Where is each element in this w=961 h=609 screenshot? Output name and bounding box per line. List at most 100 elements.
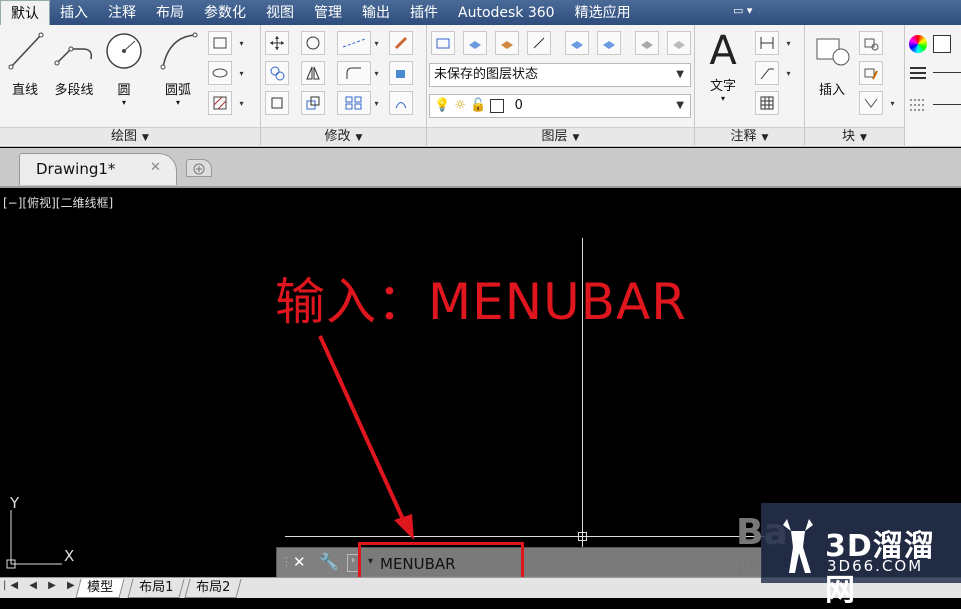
unlock-icon[interactable]: 🔓: [470, 98, 486, 113]
menu-tab-2[interactable]: 注释: [98, 0, 146, 25]
layout-tab-layout1[interactable]: 布局1: [127, 579, 185, 598]
workspace-switcher[interactable]: ▭ ▾: [733, 4, 769, 20]
circle-dropdown-icon[interactable]: ▾: [102, 98, 146, 107]
block-panel-title[interactable]: 块 ▼: [805, 127, 904, 145]
rectangle-dropdown-icon[interactable]: ▾: [236, 31, 247, 55]
linetype-icon[interactable]: [909, 97, 927, 113]
menu-tab-9[interactable]: Autodesk 360: [448, 0, 565, 25]
layers-panel-title[interactable]: 图层 ▼: [427, 127, 694, 145]
add-icon: [193, 163, 205, 175]
hatch-dropdown-icon[interactable]: ▾: [236, 91, 247, 115]
menu-tab-8[interactable]: 插件: [400, 0, 448, 25]
color-swatch[interactable]: [933, 35, 951, 53]
hatch-icon[interactable]: [208, 91, 232, 115]
modify-panel-title[interactable]: 修改 ▼: [261, 127, 426, 145]
menu-tab-5[interactable]: 视图: [256, 0, 304, 25]
viewport-controls[interactable]: [−][俯视][二维线框]: [3, 194, 113, 211]
layer-state-icon[interactable]: [463, 31, 487, 55]
menu-tab-0[interactable]: 默认: [0, 0, 50, 25]
menubar: 默认 插入 注释 布局 参数化 视图 管理 输出 插件 Autodesk 360 精选应用: [0, 0, 961, 25]
wrench-icon[interactable]: 🔧: [319, 552, 339, 571]
annotation-panel-title[interactable]: 注释 ▼: [695, 127, 804, 145]
array-dropdown-icon[interactable]: ▾: [371, 91, 382, 115]
leader-icon[interactable]: [755, 61, 779, 85]
arc-dropdown-icon[interactable]: ▾: [154, 98, 202, 107]
menu-tab-7[interactable]: 输出: [352, 0, 400, 25]
menu-tab-10[interactable]: 精选应用: [565, 0, 641, 25]
layer-properties-icon[interactable]: [431, 31, 455, 55]
menu-tab-1[interactable]: 插入: [50, 0, 98, 25]
line-button[interactable]: 直线: [4, 29, 46, 98]
linetype-sample[interactable]: [933, 104, 961, 105]
menu-tab-3[interactable]: 布局: [146, 0, 194, 25]
layout-nav-icons[interactable]: |◀ ◀ ▶ ▶|: [3, 580, 86, 591]
layer-freeze-icon[interactable]: [565, 31, 589, 55]
block-panel: 插入 ▾ 块 ▼: [805, 25, 905, 147]
layout-tab-model[interactable]: 模型: [75, 579, 125, 598]
lineweight-icon[interactable]: [909, 65, 927, 81]
close-icon[interactable]: ✕: [150, 160, 161, 175]
layer-isolate-icon[interactable]: [495, 31, 519, 55]
layers-panel: 未保存的图层状态 ▼ 💡 ☼ 🔓 0 ▼ 图层 ▼: [427, 25, 695, 147]
create-block-icon[interactable]: [859, 31, 883, 55]
text-button[interactable]: A 文字 ▾: [701, 29, 745, 103]
trim-dropdown-icon[interactable]: ▾: [371, 31, 382, 55]
arrow-icon: [318, 335, 414, 540]
dimension-dropdown-icon[interactable]: ▾: [783, 31, 794, 55]
block-attribute-icon[interactable]: [859, 91, 883, 115]
insert-block-icon: [816, 38, 850, 66]
polyline-button[interactable]: 多段线: [50, 29, 98, 98]
menu-tab-4[interactable]: 参数化: [194, 0, 256, 25]
table-icon[interactable]: [755, 91, 779, 115]
explode-icon[interactable]: [389, 61, 413, 85]
layer-state-combo[interactable]: 未保存的图层状态 ▼: [429, 63, 691, 87]
rectangle-icon[interactable]: [208, 31, 232, 55]
text-dropdown-icon[interactable]: ▾: [701, 94, 745, 103]
edit-block-icon[interactable]: [859, 61, 883, 85]
modify-panel: ▾ ▾ ▾ 修改 ▼: [261, 25, 427, 147]
layer-off-icon[interactable]: [597, 31, 621, 55]
draw-panel-title[interactable]: 绘图 ▼: [0, 127, 260, 145]
insert-block-button[interactable]: 插入: [809, 29, 855, 98]
line-icon: [8, 32, 44, 70]
watermark-url: 3D66.COM: [827, 557, 924, 575]
layer-walk-icon[interactable]: [667, 31, 691, 55]
fillet-icon[interactable]: [337, 61, 371, 85]
move-icon[interactable]: [265, 31, 289, 55]
command-highlight-box: [358, 542, 524, 582]
offset-icon[interactable]: [389, 91, 413, 115]
lineweight-sample[interactable]: [933, 72, 961, 73]
layout-tab-layout2[interactable]: 布局2: [184, 579, 242, 598]
scale-icon[interactable]: [301, 91, 325, 115]
arc-button[interactable]: 圆弧 ▾: [154, 29, 202, 107]
leader-dropdown-icon[interactable]: ▾: [783, 61, 794, 85]
ellipse-icon[interactable]: [208, 61, 232, 85]
layer-color-swatch[interactable]: [490, 98, 505, 113]
sun-icon[interactable]: ☼: [454, 98, 466, 113]
block-attribute-dropdown-icon[interactable]: ▾: [887, 91, 898, 115]
ucs-x-label: X: [64, 547, 75, 565]
close-icon[interactable]: ✕: [293, 553, 306, 571]
layer-lock-icon[interactable]: [635, 31, 659, 55]
ribbon: 直线 多段线 圆 ▾ 圆弧 ▾ ▾ ▾ ▾ 绘图 ▼ ▾ ▾ ▾ 修改 ▼ 未保…: [0, 25, 961, 147]
polyline-label: 多段线: [54, 83, 94, 98]
array-icon[interactable]: [337, 91, 371, 115]
lightbulb-icon[interactable]: 💡: [434, 98, 450, 113]
trim-icon[interactable]: [337, 31, 371, 55]
stretch-icon[interactable]: [265, 91, 289, 115]
menu-tab-6[interactable]: 管理: [304, 0, 352, 25]
layer-combo[interactable]: 💡 ☼ 🔓 0 ▼: [429, 94, 691, 118]
fillet-dropdown-icon[interactable]: ▾: [371, 61, 382, 85]
erase-icon[interactable]: [389, 31, 413, 55]
circle-button[interactable]: 圆 ▾: [102, 29, 146, 107]
copy-icon[interactable]: [265, 61, 289, 85]
mirror-icon[interactable]: [301, 61, 325, 85]
drawing-tab[interactable]: Drawing1* ✕: [19, 153, 177, 185]
new-tab-button[interactable]: [186, 159, 212, 177]
ellipse-dropdown-icon[interactable]: ▾: [236, 61, 247, 85]
color-wheel-icon[interactable]: [909, 35, 927, 53]
dimension-icon[interactable]: [755, 31, 779, 55]
rotate-icon[interactable]: [301, 31, 325, 55]
layer-match-icon[interactable]: [527, 31, 551, 55]
grip-icon[interactable]: ⋮: [281, 555, 292, 568]
